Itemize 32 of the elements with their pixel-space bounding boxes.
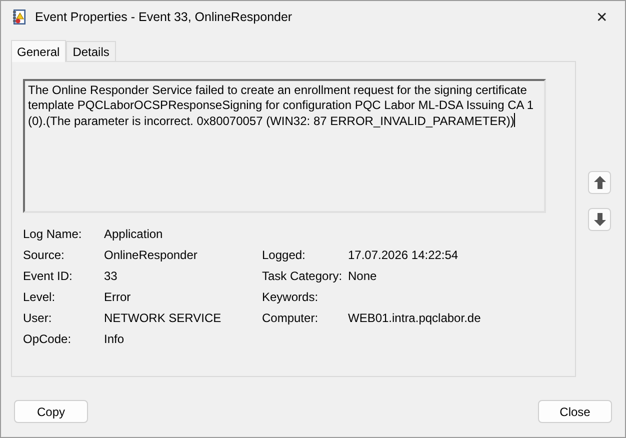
text-cursor [514, 113, 516, 127]
field-value: WEB01.intra.pqclabor.de [348, 311, 482, 327]
tab[interactable]: General [11, 40, 66, 62]
field-label: Logged: [262, 248, 306, 264]
field-label: Computer: [262, 311, 320, 327]
field-label: Source: [23, 248, 66, 264]
copy-button[interactable]: Copy [14, 400, 88, 423]
field-label: Log Name: [23, 227, 83, 243]
tab[interactable]: Details [66, 41, 116, 61]
field-label: Task Category: [262, 269, 344, 285]
field-label: User: [23, 311, 53, 327]
field-value: OnlineResponder [104, 248, 198, 264]
field-value: Info [104, 332, 126, 348]
field-value: 17.07.2026 14:22:54 [348, 248, 460, 264]
log-book-icon [11, 9, 27, 25]
field-value: 33 [104, 269, 118, 285]
close-button[interactable]: ✕ [579, 1, 625, 33]
window-title: Event Properties - Event 33, OnlineResponder [35, 10, 292, 24]
close-button[interactable]: Close [538, 400, 612, 423]
up-arrow-icon [594, 176, 606, 189]
next-event-button[interactable] [588, 208, 611, 231]
field-label: Level: [23, 290, 56, 306]
down-arrow-icon [594, 213, 606, 226]
field-value: Application [104, 227, 164, 243]
field-value: Error [104, 290, 132, 306]
field-label: OpCode: [23, 332, 72, 348]
field-label: Keywords: [262, 290, 320, 306]
field-value: None [348, 269, 378, 285]
field-value: NETWORK SERVICE [104, 311, 222, 327]
field-label: Event ID: [23, 269, 74, 285]
description-box[interactable]: The Online Responder Service failed to create an enrollment request for the signing certificate template PQCLaborOCSPResponseSigning for configuration PQC Labor ML-DSA Issuing CA 1 (0).(The parameter is incorrect. 0x80070057 (WIN32: 87 ERROR_INVALID_PARAMETER)) [23, 79, 546, 213]
previous-event-button[interactable] [588, 171, 611, 194]
